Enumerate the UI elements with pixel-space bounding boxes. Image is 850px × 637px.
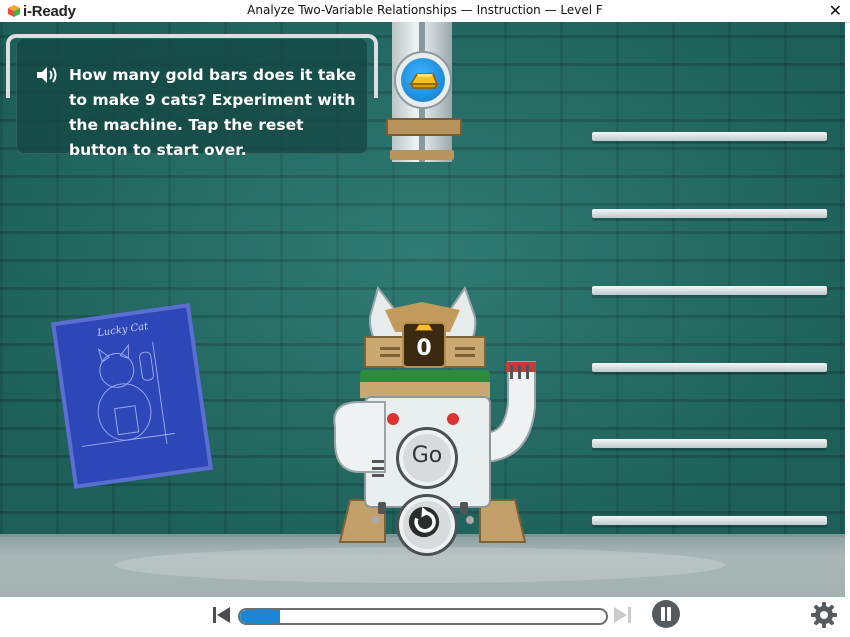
shelf — [592, 286, 827, 295]
shelf — [592, 439, 827, 448]
pause-icon — [661, 607, 671, 621]
reset-arrow-icon — [408, 506, 440, 538]
lesson-stage: How many gold bars does it take to make … — [0, 22, 845, 597]
cat-sketch-icon — [81, 341, 176, 447]
gold-bar-button-face — [401, 58, 445, 102]
small-gold-bar-icon — [414, 324, 434, 331]
close-button[interactable]: ✕ — [829, 1, 842, 20]
title-bar: i-Ready Analyze Two-Variable Relationshi… — [0, 0, 850, 23]
player-bar — [0, 597, 850, 637]
skip-forward-icon[interactable] — [612, 605, 632, 625]
prompt-text: How many gold bars does it take to make … — [69, 66, 357, 159]
gold-bar-counter: 0 — [402, 322, 446, 368]
gear-icon[interactable] — [810, 601, 838, 629]
speaker-icon[interactable] — [35, 65, 59, 85]
go-button[interactable]: Go — [396, 427, 458, 489]
skip-back-icon[interactable] — [212, 605, 232, 625]
gold-bar-icon — [409, 73, 439, 89]
go-label: Go — [411, 443, 443, 468]
shelf — [592, 363, 827, 372]
gold-bar-button[interactable] — [394, 51, 452, 109]
window-title: Analyze Two-Variable Relationships — Ins… — [247, 3, 603, 17]
shelf — [592, 516, 827, 525]
progress-bar[interactable] — [238, 608, 608, 625]
pipe-cap — [390, 150, 454, 160]
pipe-ring — [386, 118, 462, 136]
progress-fill — [240, 610, 281, 623]
prompt-box: How many gold bars does it take to make … — [16, 38, 368, 159]
lucky-cat-blueprint: Lucky Cat — [50, 303, 214, 489]
reset-button[interactable] — [396, 494, 458, 556]
shelf — [592, 132, 827, 141]
counter-value: 0 — [416, 336, 432, 361]
pause-button[interactable] — [652, 600, 680, 628]
shelf — [592, 209, 827, 218]
